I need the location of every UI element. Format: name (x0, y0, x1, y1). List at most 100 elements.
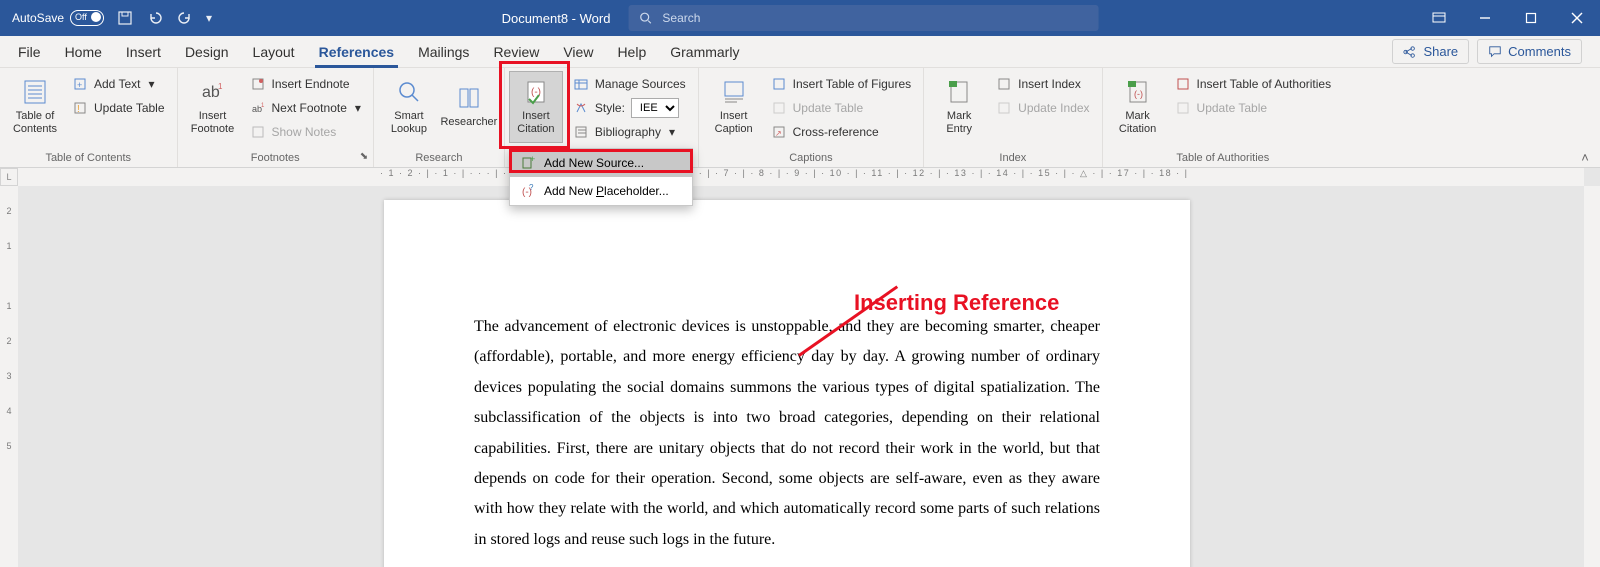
mark-citation-label: Mark Citation (1119, 110, 1156, 136)
manage-sources-icon (573, 76, 589, 92)
document-area[interactable]: Inserting Reference The advancement of e… (18, 186, 1584, 567)
group-label: Index (932, 150, 1093, 167)
update-table-captions-button[interactable]: Update Table (767, 97, 916, 119)
document-body-text[interactable]: The advancement of electronic devices is… (384, 200, 1190, 567)
insert-index-icon (996, 76, 1012, 92)
search-icon (638, 11, 652, 25)
update-table-button[interactable]: !Update Table (68, 97, 169, 119)
placeholder-icon: (-)? (520, 183, 536, 199)
insert-footnote-button[interactable]: ab1 Insert Footnote (186, 71, 240, 143)
mark-citation-button[interactable]: (-) Mark Citation (1111, 71, 1165, 143)
next-footnote-button[interactable]: ab1Next Footnote▾ (246, 97, 365, 119)
undo-icon[interactable] (146, 9, 164, 27)
comments-button[interactable]: Comments (1477, 39, 1582, 64)
researcher-label: Researcher (440, 116, 497, 129)
insert-footnote-label: Insert Footnote (191, 110, 234, 136)
smart-lookup-icon (395, 78, 423, 106)
autosave-state: Off (75, 12, 87, 22)
horizontal-ruler[interactable]: · 1 · 2 · | · 1 · | · · · | · 1 · | · 2 … (18, 168, 1584, 186)
caption-icon (720, 78, 748, 106)
table-of-contents-icon (21, 78, 49, 106)
ruler-corner[interactable]: L (0, 168, 18, 186)
search-placeholder: Search (662, 11, 700, 25)
save-icon[interactable] (116, 9, 134, 27)
vertical-ruler[interactable]: 2 1 1 2 3 4 5 (0, 186, 18, 567)
table-of-contents-button[interactable]: Table of Contents (8, 71, 62, 143)
maximize-button[interactable] (1508, 0, 1554, 36)
tab-design[interactable]: Design (173, 36, 241, 68)
style-select[interactable]: IEEE (631, 98, 679, 118)
style-selector[interactable]: Style: IEEE (569, 97, 690, 119)
close-button[interactable] (1554, 0, 1600, 36)
tab-layout[interactable]: Layout (241, 36, 307, 68)
smart-lookup-button[interactable]: Smart Lookup (382, 71, 436, 143)
update-toa-button[interactable]: Update Table (1171, 97, 1336, 119)
tab-home[interactable]: Home (53, 36, 114, 68)
annotation-highlight-add-source (509, 149, 693, 173)
svg-text:!: ! (77, 104, 80, 115)
insert-toa-button[interactable]: Insert Table of Authorities (1171, 73, 1336, 95)
group-authorities: (-) Mark Citation Insert Table of Author… (1103, 68, 1344, 167)
insert-endnote-button[interactable]: Insert Endnote (246, 73, 365, 95)
menu-tabs: File Home Insert Design Layout Reference… (0, 36, 1600, 68)
mark-citation-icon: (-) (1124, 78, 1152, 106)
redo-icon[interactable] (176, 9, 194, 27)
add-new-placeholder-label: Add New Placeholder... (544, 184, 669, 198)
share-label: Share (1423, 44, 1458, 59)
insert-table-figures-button[interactable]: Insert Table of Figures (767, 73, 916, 95)
add-text-button[interactable]: +Add Text▾ (68, 73, 169, 95)
search-box[interactable]: Search (628, 5, 1098, 31)
collapse-ribbon-icon[interactable]: ˄ (1576, 148, 1594, 166)
group-captions: Insert Caption Insert Table of Figures U… (699, 68, 925, 167)
ribbon-display-options-icon[interactable] (1416, 0, 1462, 36)
svg-text:+: + (77, 80, 82, 90)
vertical-scrollbar[interactable] (1584, 186, 1600, 567)
add-new-placeholder-item[interactable]: (-)? Add New Placeholder... (510, 177, 692, 205)
annotation-highlight-insert-citation (499, 61, 570, 149)
cross-reference-button[interactable]: ↗Cross-reference (767, 121, 916, 143)
footnote-icon: ab1 (199, 78, 227, 106)
insert-caption-label: Insert Caption (715, 110, 753, 136)
update-toa-icon (1175, 100, 1191, 116)
tab-insert[interactable]: Insert (114, 36, 173, 68)
svg-text:1: 1 (218, 82, 223, 91)
show-notes-icon (250, 124, 266, 140)
manage-sources-button[interactable]: Manage Sources (569, 73, 690, 95)
next-footnote-icon: ab1 (250, 100, 266, 116)
tab-file[interactable]: File (6, 36, 53, 68)
group-label: Table of Contents (8, 150, 169, 167)
group-label: Captions (707, 150, 916, 167)
update-index-button[interactable]: Update Index (992, 97, 1093, 119)
update-index-icon (996, 100, 1012, 116)
tab-mailings[interactable]: Mailings (406, 36, 481, 68)
cross-ref-icon: ↗ (771, 124, 787, 140)
share-button[interactable]: Share (1392, 39, 1469, 64)
insert-caption-button[interactable]: Insert Caption (707, 71, 761, 143)
researcher-icon (455, 84, 483, 112)
minimize-button[interactable] (1462, 0, 1508, 36)
researcher-button[interactable]: Researcher (442, 71, 496, 143)
footnotes-launcher-icon[interactable]: ⬊ (357, 151, 371, 165)
comment-icon (1488, 45, 1502, 59)
style-icon (573, 100, 589, 116)
svg-text:1: 1 (261, 103, 265, 109)
update-icon (771, 100, 787, 116)
comments-label: Comments (1508, 44, 1571, 59)
mark-entry-button[interactable]: Mark Entry (932, 71, 986, 143)
bibliography-button[interactable]: Bibliography▾ (569, 121, 690, 143)
show-notes-button[interactable]: Show Notes (246, 121, 365, 143)
tab-help[interactable]: Help (605, 36, 658, 68)
insert-index-button[interactable]: Insert Index (992, 73, 1093, 95)
document-title: Document8 - Word (502, 11, 611, 26)
share-icon (1403, 45, 1417, 59)
tab-references[interactable]: References (307, 36, 407, 68)
page[interactable]: Inserting Reference The advancement of e… (384, 200, 1190, 567)
bibliography-icon (573, 124, 589, 140)
toa-icon (1175, 76, 1191, 92)
group-footnotes: ab1 Insert Footnote Insert Endnote ab1Ne… (178, 68, 374, 167)
tab-grammarly[interactable]: Grammarly (658, 36, 751, 68)
table-of-contents-label: Table of Contents (13, 110, 57, 136)
autosave-toggle[interactable]: AutoSave Off (12, 10, 104, 26)
svg-text:↗: ↗ (775, 129, 782, 138)
group-research: Smart Lookup Researcher Research (374, 68, 505, 167)
